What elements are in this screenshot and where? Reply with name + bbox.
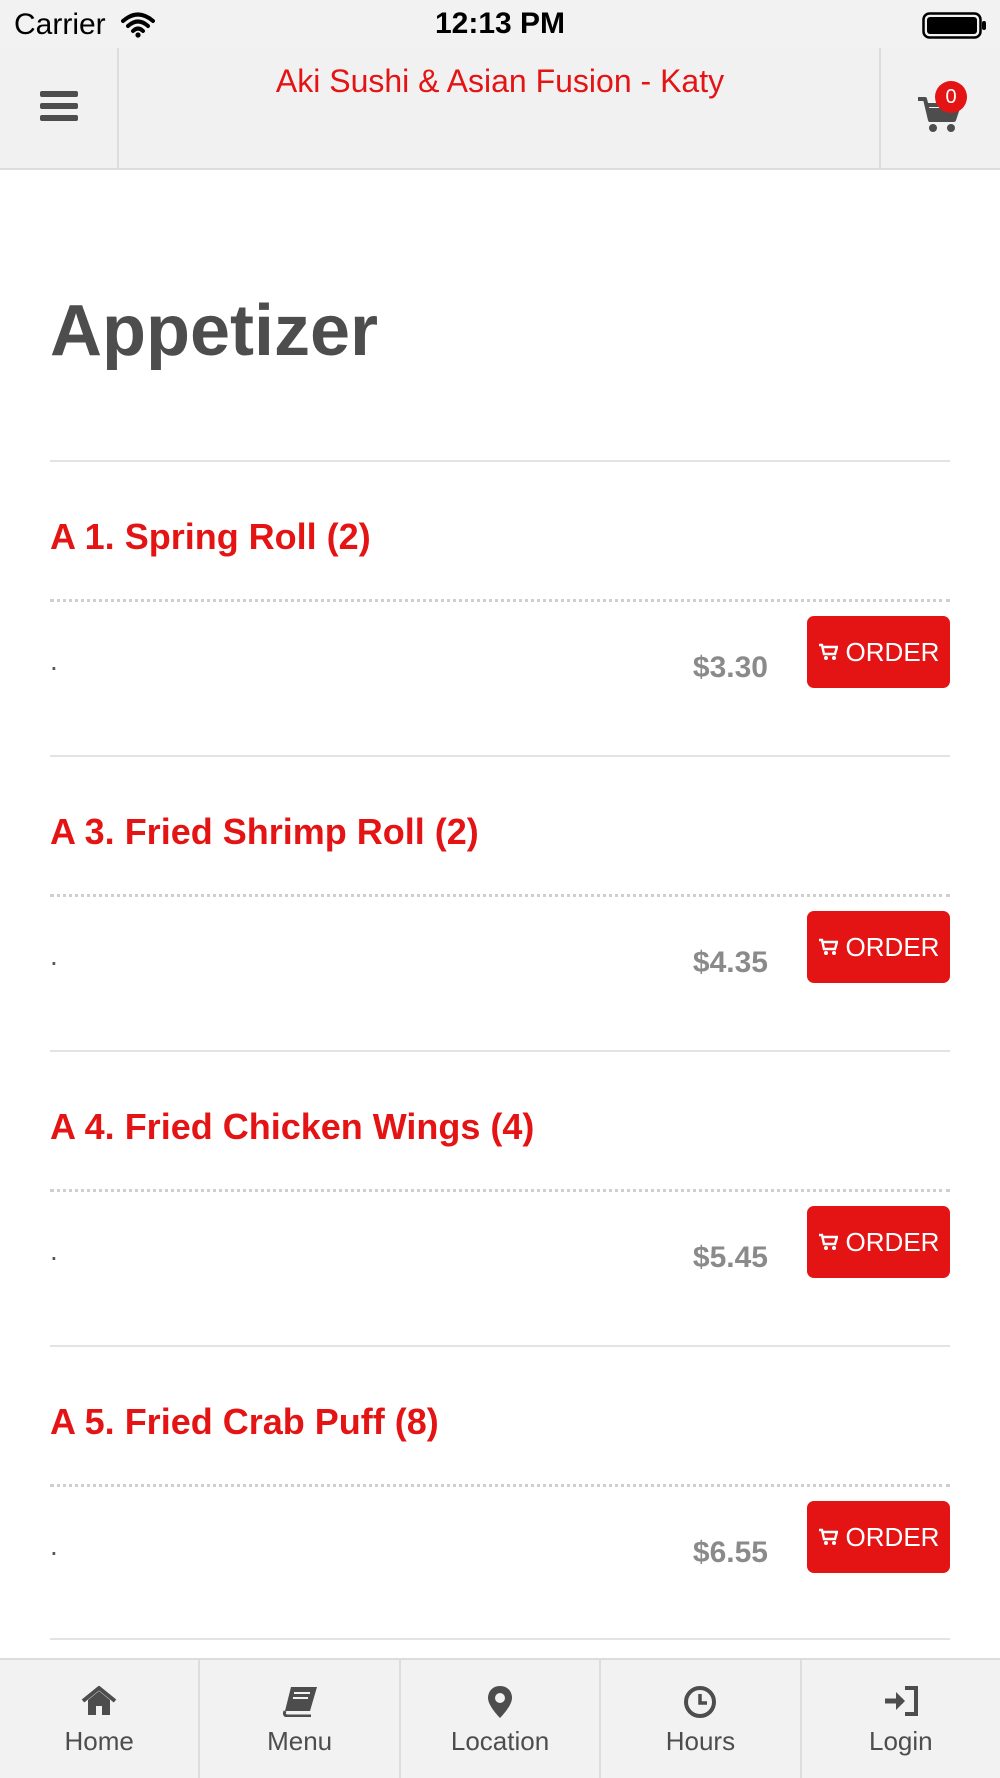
dotted-separator bbox=[50, 1189, 950, 1192]
bottom-tab-bar: Home Menu Location Hours Login bbox=[0, 1658, 1000, 1778]
status-time: 12:13 PM bbox=[434, 7, 566, 40]
restaurant-title: Aki Sushi & Asian Fusion - Katy bbox=[275, 63, 725, 99]
status-bar: Carrier 12:13 PM bbox=[0, 0, 1000, 48]
item-price: $3.30 bbox=[692, 651, 768, 684]
order-button-label: ORDER bbox=[845, 931, 940, 962]
item-description: . bbox=[50, 1235, 58, 1266]
app-header: Aki Sushi & Asian Fusion - Katy 0 bbox=[0, 48, 1000, 170]
item-name[interactable]: A 1. Spring Roll (2) bbox=[50, 516, 371, 558]
item-description: . bbox=[50, 1530, 58, 1561]
sign-in-icon bbox=[802, 1685, 1000, 1717]
tab-label: Home bbox=[64, 1726, 134, 1756]
clock-icon bbox=[601, 1685, 799, 1719]
hamburger-icon bbox=[39, 90, 78, 127]
order-button[interactable]: ORDER bbox=[807, 911, 950, 983]
tab-hours[interactable]: Hours bbox=[599, 1660, 799, 1778]
cart-icon bbox=[818, 637, 839, 668]
tab-menu[interactable]: Menu bbox=[198, 1660, 398, 1778]
item-name[interactable]: A 4. Fried Chicken Wings (4) bbox=[50, 1106, 534, 1148]
item-name[interactable]: A 5. Fried Crab Puff (8) bbox=[50, 1401, 439, 1443]
item-description: . bbox=[50, 940, 58, 971]
menu-item: A 1. Spring Roll (2) . $3.30 ORDER bbox=[50, 460, 950, 755]
item-divider bbox=[50, 755, 950, 757]
menu-item: A 5. Fried Crab Puff (8) . $6.55 ORDER bbox=[50, 1345, 950, 1640]
tab-label: Login bbox=[869, 1726, 933, 1756]
item-name[interactable]: A 3. Fried Shrimp Roll (2) bbox=[50, 811, 479, 853]
menu-item: A 4. Fried Chicken Wings (4) . $5.45 ORD… bbox=[50, 1050, 950, 1345]
tab-location[interactable]: Location bbox=[398, 1660, 599, 1778]
battery-icon bbox=[922, 12, 988, 45]
dotted-separator bbox=[50, 894, 950, 897]
menu-item: A 3. Fried Shrimp Roll (2) . $4.35 ORDER bbox=[50, 755, 950, 1050]
map-pin-icon bbox=[401, 1685, 599, 1719]
order-button-label: ORDER bbox=[845, 636, 940, 667]
book-icon bbox=[200, 1685, 398, 1717]
order-button[interactable]: ORDER bbox=[807, 616, 950, 688]
tab-label: Location bbox=[450, 1726, 550, 1756]
cart-icon bbox=[818, 932, 839, 963]
cart-icon bbox=[818, 1522, 839, 1553]
item-divider bbox=[50, 460, 950, 462]
item-description: . bbox=[50, 645, 58, 676]
cart-count-badge: 0 bbox=[935, 81, 967, 113]
item-divider bbox=[50, 1638, 950, 1640]
order-button[interactable]: ORDER bbox=[807, 1206, 950, 1278]
cart-button[interactable]: 0 bbox=[879, 48, 1000, 168]
dotted-separator bbox=[50, 599, 950, 602]
item-price: $5.45 bbox=[692, 1241, 768, 1274]
tab-home[interactable]: Home bbox=[0, 1660, 198, 1778]
item-price: $4.35 bbox=[692, 946, 768, 979]
hamburger-menu-button[interactable] bbox=[0, 48, 119, 168]
order-button-label: ORDER bbox=[845, 1226, 940, 1257]
section-title: Appetizer bbox=[50, 291, 379, 371]
tab-label: Hours bbox=[665, 1726, 736, 1756]
cart-icon bbox=[818, 1227, 839, 1258]
tab-label: Menu bbox=[267, 1726, 333, 1756]
order-button[interactable]: ORDER bbox=[807, 1501, 950, 1573]
home-icon bbox=[0, 1685, 198, 1717]
item-price: $6.55 bbox=[692, 1536, 768, 1569]
order-button-label: ORDER bbox=[845, 1521, 940, 1552]
item-divider bbox=[50, 1345, 950, 1347]
item-divider bbox=[50, 1050, 950, 1052]
tab-login[interactable]: Login bbox=[799, 1660, 1000, 1778]
dotted-separator bbox=[50, 1484, 950, 1487]
